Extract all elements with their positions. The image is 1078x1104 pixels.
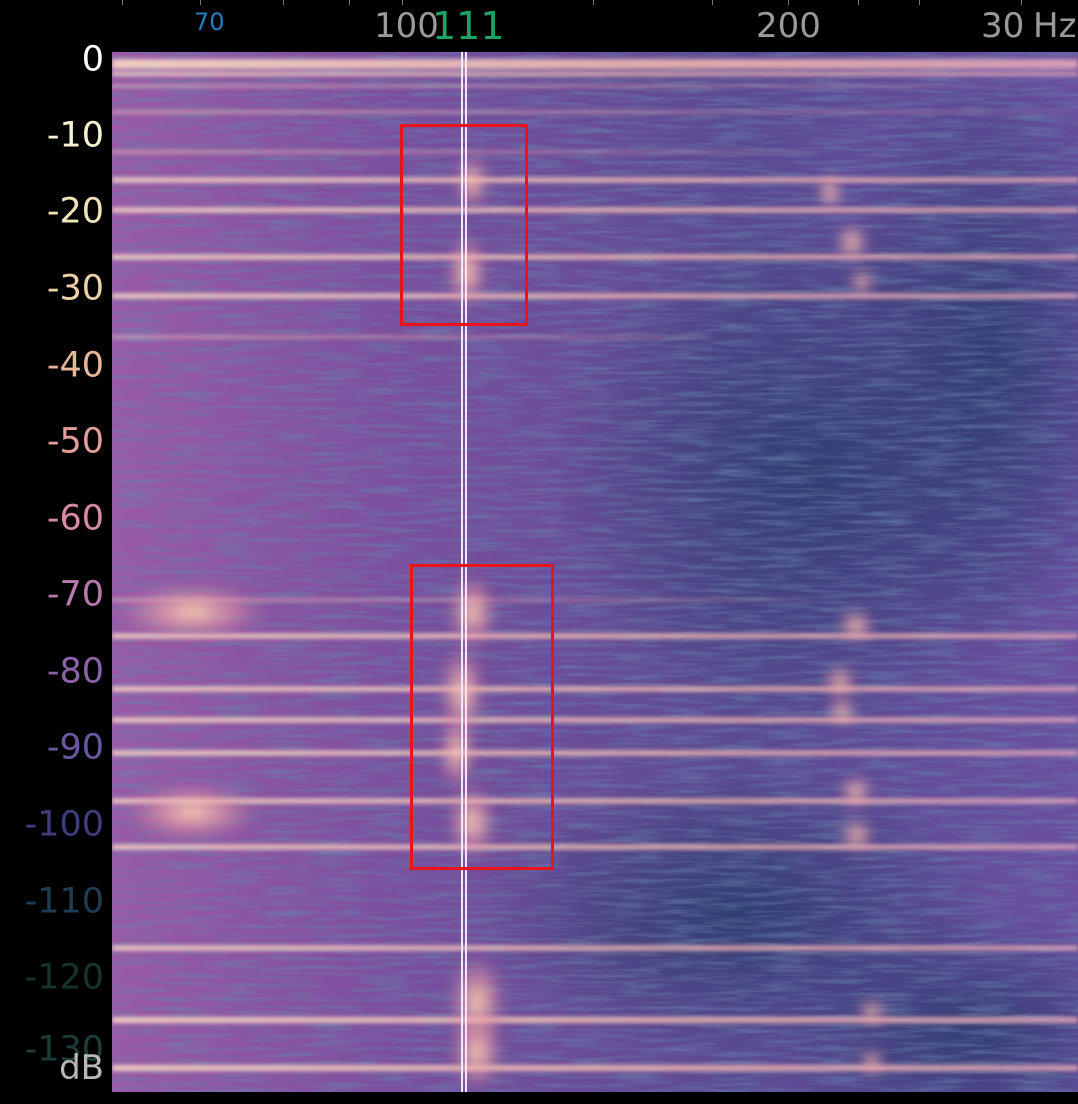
frequency-label-100: 100: [374, 6, 439, 46]
harmonic-band: [112, 844, 1078, 850]
db-label-minus-10: -10: [46, 115, 104, 156]
harmonic-blob: [826, 696, 858, 728]
harmonic-blob: [112, 582, 272, 642]
db-label-minus-110: -110: [24, 881, 104, 922]
frequency-tick: [283, 0, 284, 5]
frequency-tick: [788, 0, 789, 5]
highlight-box-upper: [400, 124, 528, 326]
frequency-tick: [593, 0, 594, 5]
harmonic-blob: [816, 172, 844, 212]
harmonic-band: [112, 254, 1078, 260]
spectrum-analyzer-app: 70 100 200 30 Hz 111 0 -10 -20 -30 -40 -…: [0, 0, 1078, 1104]
harmonic-band: [112, 1065, 1078, 1071]
harmonic-band: [112, 110, 1078, 114]
spectrogram-image: [112, 52, 1078, 1092]
frequency-tick: [122, 0, 123, 5]
frequency-tick: [1021, 0, 1022, 5]
harmonic-band: [112, 633, 1078, 639]
frequency-label-70: 70: [194, 8, 225, 36]
spectrogram[interactable]: [112, 52, 1078, 1092]
db-unit-label: dB: [59, 1048, 104, 1088]
harmonic-blob: [858, 1048, 886, 1076]
db-label-minus-30: -30: [46, 268, 104, 309]
harmonic-band: [112, 177, 1078, 183]
harmonic-blob: [449, 1012, 505, 1092]
harmonic-band: [112, 335, 712, 339]
frequency-tick: [200, 0, 201, 5]
frequency-tick: [349, 0, 350, 5]
db-label-0: 0: [81, 39, 104, 80]
db-label-minus-70: -70: [46, 574, 104, 615]
harmonic-blob: [839, 817, 875, 853]
db-label-minus-120: -120: [24, 957, 104, 998]
harmonic-blob: [122, 782, 262, 842]
harmonic-band: [112, 84, 1012, 88]
harmonic-band: [112, 686, 1078, 692]
frequency-axis: 70 100 200 30 Hz 111: [0, 0, 1078, 52]
db-label-minus-50: -50: [46, 421, 104, 462]
harmonic-band: [112, 207, 1078, 213]
db-label-minus-60: -60: [46, 498, 104, 539]
frequency-tick: [919, 0, 920, 5]
harmonic-band: [112, 717, 1078, 723]
db-label-minus-90: -90: [46, 727, 104, 768]
frequency-label-200: 200: [756, 6, 821, 46]
frequency-tick: [402, 0, 403, 5]
db-label-minus-80: -80: [46, 651, 104, 692]
frequency-tick: [858, 0, 859, 5]
harmonic-blob: [848, 268, 876, 296]
highlight-box-lower: [410, 564, 554, 870]
harmonic-blob: [822, 664, 858, 700]
harmonic-band: [112, 59, 1078, 69]
db-axis: 0 -10 -20 -30 -40 -50 -60 -70 -80 -90 -1…: [0, 42, 112, 1092]
cursor-frequency-readout: 111: [432, 4, 505, 48]
harmonic-blob: [834, 222, 870, 262]
harmonic-blob: [838, 774, 874, 810]
frequency-tick: [712, 0, 713, 5]
frequency-unit-label: Hz: [1033, 6, 1077, 46]
harmonic-band: [112, 750, 1078, 756]
db-label-minus-40: -40: [46, 345, 104, 386]
db-label-minus-100: -100: [24, 804, 104, 845]
harmonic-blob: [856, 998, 888, 1026]
harmonic-band: [112, 1017, 1078, 1023]
db-label-minus-20: -20: [46, 191, 104, 232]
harmonic-band: [112, 945, 1078, 951]
harmonic-band: [112, 72, 1078, 76]
harmonic-blob: [836, 608, 876, 644]
frequency-label-300: 30: [981, 6, 1025, 46]
harmonic-band: [112, 293, 1078, 299]
